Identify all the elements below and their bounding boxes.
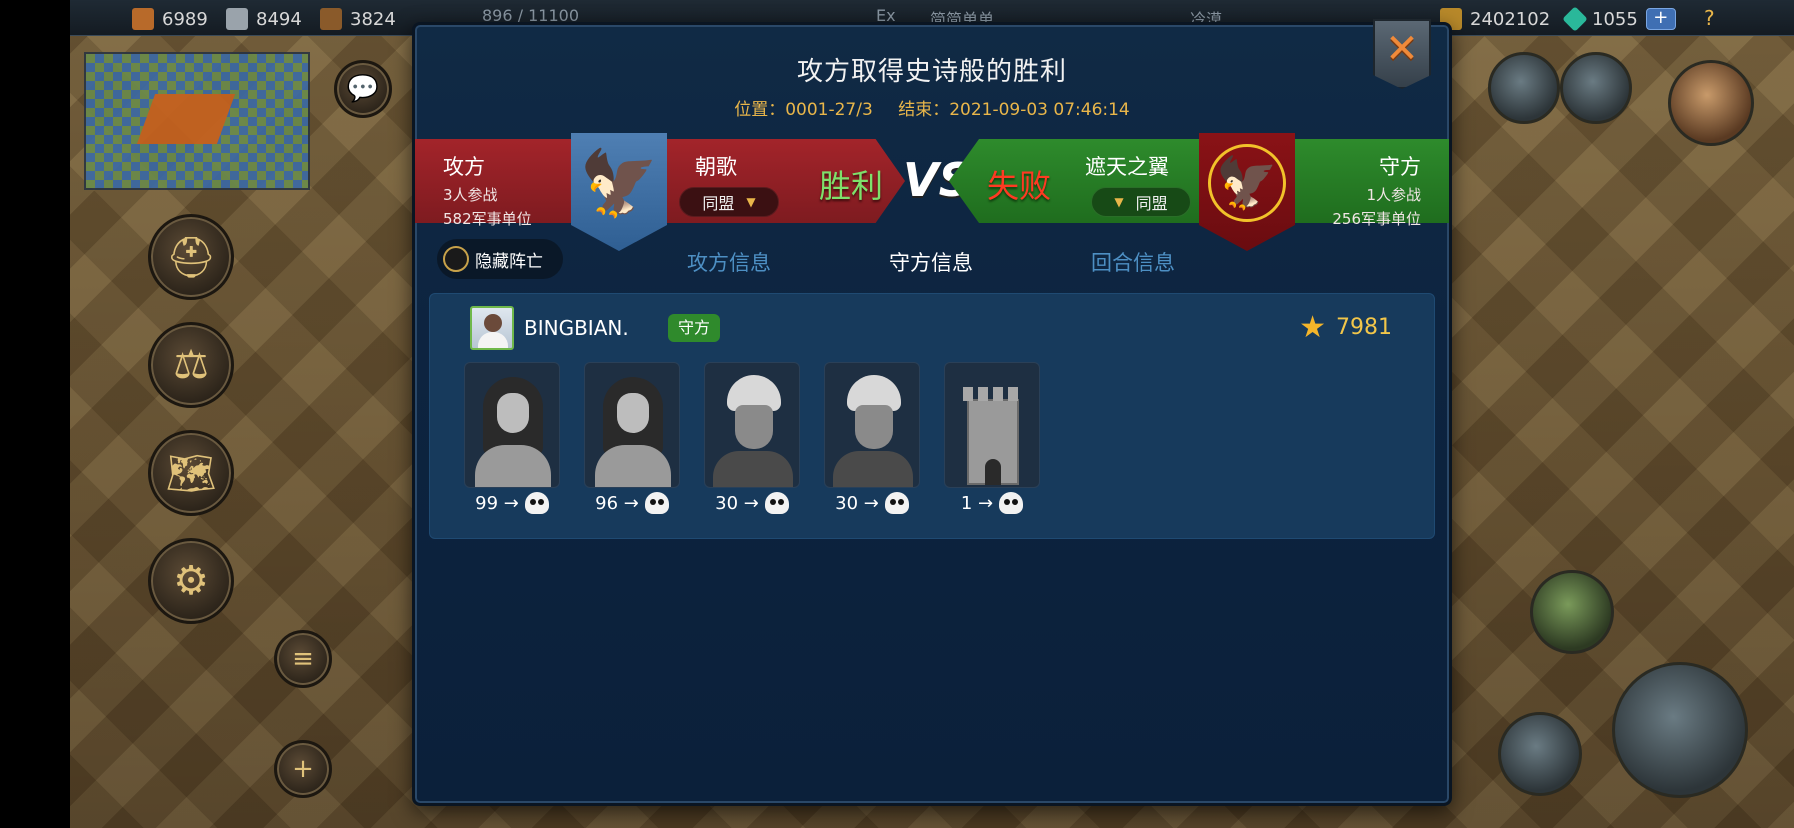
defender-alliance-shield: 🦅 bbox=[1199, 133, 1295, 251]
close-button[interactable]: ✕ bbox=[1373, 19, 1431, 89]
resource-gems: 1055 + bbox=[1562, 6, 1676, 32]
star-icon: ★ bbox=[1299, 310, 1326, 345]
unit-card[interactable]: 30 → bbox=[704, 362, 800, 514]
battle-location: 位置：0001-27/3 bbox=[734, 100, 873, 120]
attacker-result: 胜利 bbox=[819, 167, 884, 205]
unit-loss: 99 → bbox=[464, 492, 560, 514]
settings-button[interactable]: ⚙ bbox=[148, 538, 234, 624]
defender-alliance-name: 遮天之翼 bbox=[1085, 155, 1169, 179]
unit-loss: 96 → bbox=[584, 492, 680, 514]
dropdown-arrow-icon: ▼ bbox=[1114, 195, 1124, 209]
player-name[interactable]: BINGBIAN. bbox=[524, 316, 629, 340]
map-icon: 🗺 bbox=[165, 450, 217, 497]
attacker-label: 攻方 bbox=[443, 155, 485, 179]
unit-portrait bbox=[704, 362, 800, 488]
help-button[interactable]: ? bbox=[1704, 6, 1715, 30]
advisor-portrait[interactable] bbox=[1668, 60, 1754, 146]
role-badge: 守方 bbox=[668, 314, 721, 342]
dialog-title: 攻方取得史诗般的胜利 bbox=[796, 57, 1067, 87]
unit-portrait bbox=[584, 362, 680, 488]
resource-gold: 2402102 bbox=[1440, 6, 1550, 32]
skull-icon bbox=[644, 492, 669, 514]
hide-dead-toggle[interactable]: 隐藏阵亡 bbox=[437, 239, 563, 279]
map-button[interactable]: 🗺 bbox=[148, 430, 234, 516]
stone-icon bbox=[226, 8, 248, 30]
layers-icon: ≡ bbox=[292, 644, 314, 674]
attacker-units: 582军事单位 bbox=[443, 210, 532, 228]
chat-button[interactable]: 💬 bbox=[334, 60, 392, 118]
resource-button[interactable] bbox=[1530, 570, 1614, 654]
add-button[interactable]: + bbox=[274, 740, 332, 798]
attacker-alliance-shield: 🦅 bbox=[571, 133, 667, 251]
participant-panel: BINGBIAN. 守方 ★ 7981 99 → 96 → 30 → 30 → bbox=[429, 293, 1435, 539]
brick-icon bbox=[132, 8, 154, 30]
defender-label: 守方 bbox=[1379, 155, 1421, 179]
layers-button[interactable]: ≡ bbox=[274, 630, 332, 688]
trade-button[interactable]: ⚖ bbox=[148, 322, 234, 408]
unit-portrait bbox=[944, 362, 1040, 488]
wood-icon bbox=[320, 8, 342, 30]
defender-result: 失败 bbox=[987, 167, 1052, 205]
scales-icon: ⚖ bbox=[173, 342, 209, 388]
player-score: ★ 7981 bbox=[1299, 310, 1392, 345]
unit-card[interactable]: 96 → bbox=[584, 362, 680, 514]
military-button[interactable]: ⛑ bbox=[148, 214, 234, 300]
helmet-icon: ⛑ bbox=[165, 234, 217, 281]
unit-card[interactable]: 99 → bbox=[464, 362, 560, 514]
defender-stats: 1人参战 256军事单位 bbox=[1332, 183, 1421, 231]
unit-card[interactable]: 1 → bbox=[944, 362, 1040, 514]
attacker-relation-dropdown[interactable]: 同盟 ▼ bbox=[679, 187, 779, 217]
dropdown-arrow-icon: ▼ bbox=[746, 195, 756, 209]
unit-card[interactable]: 30 → bbox=[824, 362, 920, 514]
unit-loss: 30 → bbox=[824, 492, 920, 514]
minimap[interactable] bbox=[84, 52, 310, 190]
avatar[interactable] bbox=[470, 306, 514, 350]
tab-attack-info[interactable]: 攻方信息 bbox=[687, 247, 771, 277]
skull-icon bbox=[999, 492, 1024, 514]
gem-icon bbox=[1562, 6, 1588, 32]
close-icon: ✕ bbox=[1385, 26, 1419, 72]
unit-loss: 30 → bbox=[704, 492, 800, 514]
right-top-button-2[interactable] bbox=[1560, 52, 1632, 124]
resource-wood: 3824 bbox=[320, 6, 396, 32]
toggle-circle-icon bbox=[443, 246, 469, 272]
phoenix-emblem-icon: 🦅 bbox=[1208, 144, 1286, 222]
battle-report-dialog: 攻方取得史诗般的胜利 位置：0001-27/3 结束：2021-09-03 07… bbox=[412, 19, 1452, 806]
skull-icon bbox=[524, 492, 549, 514]
attacker-stats: 3人参战 582军事单位 bbox=[443, 183, 532, 231]
build-button[interactable] bbox=[1612, 662, 1748, 798]
tab-round-info[interactable]: 回合信息 bbox=[1091, 247, 1175, 277]
gear-icon: ⚙ bbox=[173, 558, 209, 604]
unit-list: 99 → 96 → 30 → 30 → 1 → bbox=[464, 362, 1040, 514]
battle-meta: 位置：0001-27/3 结束：2021-09-03 07:46:14 bbox=[415, 95, 1449, 120]
unit-loss: 1 → bbox=[944, 492, 1040, 514]
resource-stone: 8494 bbox=[226, 6, 302, 32]
right-top-button-1[interactable] bbox=[1488, 52, 1560, 124]
plus-icon: + bbox=[292, 754, 314, 784]
defender-units: 256军事单位 bbox=[1332, 210, 1421, 228]
chat-bubble-icon: 💬 bbox=[346, 74, 380, 104]
unit-portrait bbox=[464, 362, 560, 488]
battle-end-time: 结束：2021-09-03 07:46:14 bbox=[898, 100, 1130, 120]
defender-participants: 1人参战 bbox=[1366, 186, 1421, 204]
defender-relation-dropdown[interactable]: ▼ 同盟 bbox=[1091, 187, 1191, 217]
skull-icon bbox=[884, 492, 909, 514]
unit-portrait bbox=[824, 362, 920, 488]
resource-brick: 6989 bbox=[132, 6, 208, 32]
tab-defense-info[interactable]: 守方信息 bbox=[889, 247, 973, 277]
eagle-emblem-icon: 🦅 bbox=[579, 146, 659, 221]
buy-gems-button[interactable]: + bbox=[1645, 8, 1676, 30]
attacker-alliance-name: 朝歌 bbox=[695, 155, 737, 179]
attacker-participants: 3人参战 bbox=[443, 186, 498, 204]
dig-button[interactable] bbox=[1498, 712, 1582, 796]
skull-icon bbox=[764, 492, 789, 514]
